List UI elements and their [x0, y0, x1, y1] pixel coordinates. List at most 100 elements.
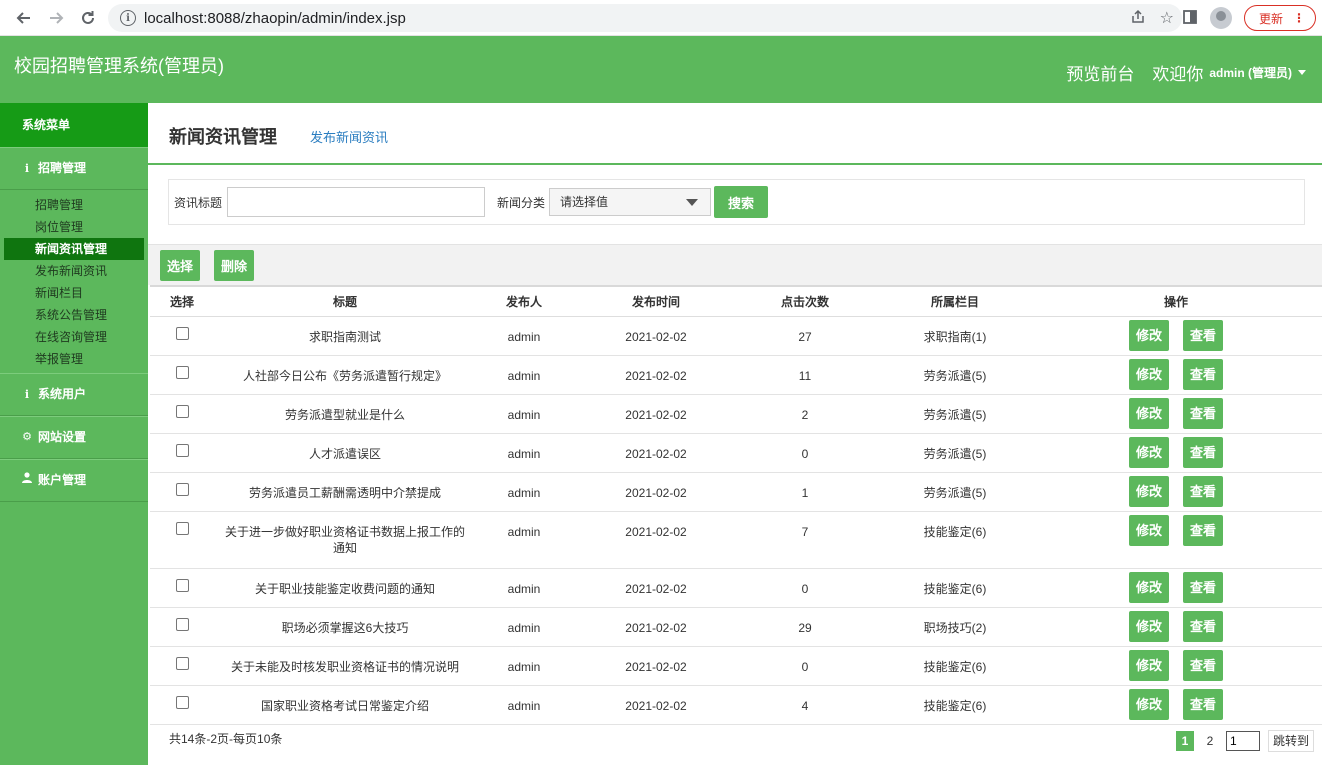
bookmark-star-icon[interactable]: ☆: [1160, 8, 1174, 28]
row-checkbox[interactable]: [175, 483, 189, 496]
row-checkbox[interactable]: [175, 579, 189, 592]
row-checkbox[interactable]: [175, 444, 189, 457]
column-cell: 劳务派遣(5): [923, 486, 987, 500]
edit-button[interactable]: 修改: [1129, 398, 1169, 429]
browser-toolbar: i localhost:8088/zhaopin/admin/index.jsp…: [0, 0, 1322, 36]
publisher-cell: admin: [507, 582, 541, 596]
edit-button[interactable]: 修改: [1129, 689, 1169, 720]
forward-icon[interactable]: [42, 4, 70, 32]
gear-icon: ⚙: [22, 431, 32, 443]
col-header-time: 发布时间: [631, 295, 680, 309]
sidebar-item-publish-news[interactable]: 发布新闻资讯: [4, 260, 144, 282]
edit-button[interactable]: 修改: [1129, 359, 1169, 390]
publisher-cell: admin: [507, 486, 541, 500]
table-row: 人社部今日公布《劳务派遣暂行规定》 admin 2021-02-02 11 劳务派遣(5…: [150, 356, 1322, 395]
page-1-button[interactable]: 1: [1175, 731, 1194, 751]
sidebar-item-jobs[interactable]: 岗位管理: [4, 216, 144, 238]
edit-button[interactable]: 修改: [1129, 437, 1169, 468]
select-cell: [150, 647, 214, 674]
sidebar-item-report[interactable]: 举报管理: [4, 348, 144, 370]
sidebar-group-recruit[interactable]: i 招聘管理: [0, 147, 148, 190]
view-button[interactable]: 查看: [1183, 611, 1223, 642]
edit-button[interactable]: 修改: [1129, 572, 1169, 603]
jump-button[interactable]: 跳转到: [1267, 730, 1314, 752]
table-row: 劳务派遣员工薪酬需透明中介禁提成 admin 2021-02-02 1 劳务派遣(5) 修…: [150, 473, 1322, 512]
title-cell: 国家职业资格考试日常鉴定介绍: [260, 699, 429, 713]
row-checkbox[interactable]: [175, 366, 189, 379]
delete-button[interactable]: 删除: [214, 250, 254, 281]
reload-icon[interactable]: [74, 4, 102, 32]
back-icon[interactable]: [10, 4, 38, 32]
table-row: 关于未能及时核发职业资格证书的情况说明 admin 2021-02-02 0 技能鉴定(…: [150, 647, 1322, 686]
time-cell: 2021-02-02: [625, 582, 687, 596]
row-checkbox[interactable]: [175, 696, 189, 709]
side-panel-icon[interactable]: [1182, 9, 1198, 28]
view-button[interactable]: 查看: [1183, 359, 1223, 390]
clicks-cell: 0: [801, 582, 809, 596]
title-cell: 人才派遣误区: [308, 447, 381, 461]
view-button[interactable]: 查看: [1183, 572, 1223, 603]
view-button[interactable]: 查看: [1183, 689, 1223, 720]
row-checkbox[interactable]: [175, 657, 189, 670]
actions-cell: 修改 查看: [1040, 569, 1312, 603]
sidebar-item-consult[interactable]: 在线咨询管理: [4, 326, 144, 348]
update-button[interactable]: 更新 ⋮: [1243, 5, 1316, 31]
sidebar-group-settings[interactable]: ⚙ 网站设置: [0, 416, 148, 459]
publish-news-link[interactable]: 发布新闻资讯: [310, 127, 388, 146]
select-cell: [150, 473, 214, 500]
table-row: 国家职业资格考试日常鉴定介绍 admin 2021-02-02 4 技能鉴定(6) 修改查…: [150, 686, 1322, 725]
category-select[interactable]: 请选择值: [549, 188, 711, 216]
clicks-cell: 11: [798, 369, 812, 383]
sidebar-group-users[interactable]: i 系统用户: [0, 373, 148, 416]
view-button[interactable]: 查看: [1183, 476, 1223, 507]
title-cell: 关于职业技能鉴定收费问题的通知: [254, 582, 435, 596]
caret-down-icon: [1298, 70, 1306, 75]
clicks-cell: 4: [801, 699, 809, 713]
edit-button[interactable]: 修改: [1129, 476, 1169, 507]
sidebar-group-label: 账户管理: [38, 473, 87, 487]
sidebar-item-news-column[interactable]: 新闻栏目: [4, 282, 144, 304]
sidebar-item-notice[interactable]: 系统公告管理: [4, 304, 144, 326]
title-cell: 职场必须掌握这6大技巧: [281, 621, 409, 635]
page-jump-input[interactable]: [1225, 731, 1260, 751]
view-button[interactable]: 查看: [1183, 437, 1223, 468]
sidebar-group-account[interactable]: 账户管理: [0, 459, 148, 502]
table-row: 求职指南测试 admin 2021-02-02 27 求职指南(1) 修改 查看: [150, 317, 1322, 356]
view-button[interactable]: 查看: [1183, 650, 1223, 681]
preview-frontend-link[interactable]: 预览前台: [1066, 60, 1134, 85]
search-button[interactable]: 搜索: [714, 186, 768, 218]
publisher-cell: admin: [507, 660, 541, 674]
view-button[interactable]: 查看: [1183, 398, 1223, 429]
row-actions: 修改 查看: [1129, 476, 1223, 507]
site-info-icon[interactable]: i: [120, 10, 136, 26]
column-cell: 职场技巧(2): [923, 621, 987, 635]
row-checkbox[interactable]: [175, 522, 189, 535]
row-checkbox[interactable]: [175, 618, 189, 631]
sidebar-item-news[interactable]: 新闻资讯管理: [4, 238, 144, 260]
user-menu[interactable]: 欢迎你 admin (管理员): [1152, 60, 1306, 85]
edit-button[interactable]: 修改: [1129, 650, 1169, 681]
sidebar-item-recruit[interactable]: 招聘管理: [4, 194, 144, 216]
edit-button[interactable]: 修改: [1129, 515, 1169, 546]
address-bar[interactable]: i localhost:8088/zhaopin/admin/index.jsp…: [108, 4, 1182, 32]
share-icon[interactable]: [1130, 9, 1146, 28]
row-checkbox[interactable]: [175, 405, 189, 418]
select-button[interactable]: 选择: [160, 250, 200, 281]
row-checkbox[interactable]: [175, 327, 189, 340]
edit-button[interactable]: 修改: [1129, 320, 1169, 351]
profile-avatar[interactable]: [1209, 7, 1232, 29]
actions-cell: 修改 查看: [1040, 686, 1312, 720]
view-button[interactable]: 查看: [1183, 515, 1223, 546]
time-cell: 2021-02-02: [625, 330, 687, 344]
table-row: 职场必须掌握这6大技巧 admin 2021-02-02 29 职场技巧(2) 修改 查看: [150, 608, 1322, 647]
column-cell: 技能鉴定(6): [923, 582, 987, 596]
edit-button[interactable]: 修改: [1129, 611, 1169, 642]
table-body: 求职指南测试 admin 2021-02-02 27 求职指南(1) 修改 查看 人社部今日公…: [150, 317, 1322, 725]
view-button[interactable]: 查看: [1183, 320, 1223, 351]
publisher-cell: admin: [507, 369, 541, 383]
select-cell: [150, 569, 214, 596]
page-2-button[interactable]: 2: [1202, 734, 1218, 748]
title-filter-input[interactable]: [227, 187, 485, 217]
time-cell: 2021-02-02: [625, 369, 687, 383]
sidebar-group-label: 系统用户: [38, 387, 87, 401]
